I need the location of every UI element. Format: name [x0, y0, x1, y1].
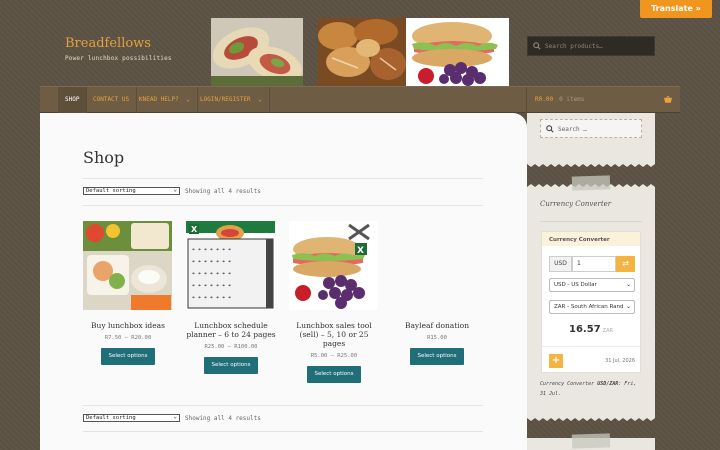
site-branding: Breadfellows Power lunchbox possibilitie…	[65, 36, 172, 62]
site-header: Breadfellows Power lunchbox possibilitie…	[0, 0, 720, 86]
svg-text:☂ ☂ ☂ ☂ ☂ ☂ ☂: ☂ ☂ ☂ ☂ ☂ ☂ ☂	[192, 295, 231, 301]
to-currency-select[interactable]: ZAR - South African Rand ⌄	[549, 300, 635, 314]
torn-edge	[527, 416, 655, 421]
divider	[83, 431, 483, 432]
select-options-button[interactable]: Select options	[100, 348, 156, 365]
from-currency-code: USD	[549, 256, 572, 272]
product-image[interactable]: X	[289, 221, 378, 310]
converter-heading: Currency Converter	[542, 232, 640, 246]
select-options-button[interactable]: Select options	[306, 366, 362, 383]
cart-total: R0.00	[535, 96, 554, 103]
product-price: R5.00 – R25.00	[310, 353, 358, 359]
search-icon	[546, 125, 554, 133]
sorting-select[interactable]: Default sorting ⌄	[83, 187, 180, 195]
site-tagline: Power lunchbox possibilities	[65, 55, 172, 62]
search-icon	[533, 42, 541, 50]
from-currency-select[interactable]: USD - US Dollar ⌄	[549, 278, 635, 292]
svg-text:X: X	[357, 246, 364, 256]
banner-image-wraps	[211, 18, 303, 86]
sidebar-search-input[interactable]: Search …	[540, 119, 642, 138]
divider	[542, 346, 640, 347]
product-card: Bayleaf donation R15.00 Select options	[391, 221, 483, 365]
torn-edge	[527, 162, 655, 167]
product-price: R25.00 – R100.00	[204, 344, 258, 350]
header-cart[interactable]: R0.00 0 items	[526, 87, 680, 113]
svg-text:☂ ☂ ☂ ☂ ☂ ☂ ☂: ☂ ☂ ☂ ☂ ☂ ☂ ☂	[192, 271, 231, 277]
page-title: Shop	[83, 148, 125, 167]
converter-note: Currency Converter USD/ZAR: Fri, 31 Jul.	[540, 381, 637, 397]
banner-image-sandwich	[406, 18, 509, 86]
product-title[interactable]: Lunchbox sales tool (sell) – 5, 10 or 25…	[288, 321, 380, 348]
divider	[83, 405, 483, 406]
amount-input[interactable]: 1	[572, 256, 616, 272]
sorting-select[interactable]: Default sorting ⌄	[83, 414, 180, 422]
select-options-button[interactable]: Select options	[409, 348, 465, 365]
product-card: Buy lunchbox ideas R7.50 – R20.00 Select…	[82, 221, 174, 365]
product-title[interactable]: Buy lunchbox ideas	[82, 321, 174, 330]
product-title[interactable]: Lunchbox schedule planner – 6 to 24 page…	[185, 321, 277, 339]
svg-text:☂ ☂ ☂ ☂ ☂ ☂ ☂: ☂ ☂ ☂ ☂ ☂ ☂ ☂	[192, 259, 231, 265]
product-card: X Lunchbox sales tool (sell) – 5, 10 or …	[288, 221, 380, 383]
chevron-down-icon: ⌄	[186, 96, 190, 103]
chevron-down-icon: ⌄	[625, 281, 631, 288]
primary-navigation: SHOP CONTACT US KNEAD HELP? ⌄ LOGIN/REGI…	[40, 86, 680, 113]
divider	[83, 205, 483, 206]
tape-decoration	[571, 175, 611, 191]
svg-text:X: X	[191, 225, 198, 234]
conversion-result: 16.57 ZAR	[569, 324, 613, 335]
product-price: R15.00	[427, 335, 447, 341]
basket-icon	[664, 96, 672, 103]
svg-text:☂ ☂ ☂ ☂ ☂ ☂ ☂: ☂ ☂ ☂ ☂ ☂ ☂ ☂	[192, 247, 231, 253]
sidebar-search-placeholder: Search …	[558, 126, 587, 133]
main-content: Shop Default sorting ⌄ Showing all 4 resu…	[40, 113, 527, 450]
divider	[540, 221, 642, 222]
nav-item-shop[interactable]: SHOP	[58, 87, 88, 113]
banner-image-bread	[318, 18, 410, 86]
result-count: Showing all 4 results	[185, 415, 261, 422]
header-search-placeholder: Search products…	[545, 43, 603, 50]
cart-item-count: 0 items	[559, 96, 585, 103]
result-count: Showing all 4 results	[185, 188, 261, 195]
site-title[interactable]: Breadfellows	[65, 36, 172, 51]
nav-item-login-register[interactable]: LOGIN/REGISTER ⌄	[193, 87, 270, 113]
nav-item-contact-us[interactable]: CONTACT US	[86, 87, 138, 113]
widget-title: Currency Converter	[540, 200, 612, 208]
select-options-button[interactable]: Select options	[203, 357, 259, 374]
swap-icon[interactable]: ⇄	[616, 256, 635, 272]
product-image[interactable]: X ☂ ☂ ☂ ☂ ☂ ☂ ☂ ☂ ☂ ☂ ☂ ☂ ☂ ☂ ☂ ☂ ☂ ☂ ☂ …	[186, 221, 275, 310]
chevron-down-icon: ⌄	[625, 303, 631, 310]
header-search-input[interactable]: Search products…	[527, 36, 655, 56]
chevron-down-icon: ⌄	[173, 413, 177, 420]
svg-text:☂ ☂ ☂ ☂ ☂ ☂ ☂: ☂ ☂ ☂ ☂ ☂ ☂ ☂	[192, 283, 231, 289]
product-title[interactable]: Bayleaf donation	[391, 321, 483, 330]
converter-footer: + 31 Jul, 2026	[549, 354, 635, 368]
product-image-placeholder	[391, 221, 483, 310]
chevron-down-icon: ⌄	[173, 186, 177, 193]
chevron-down-icon: ⌄	[258, 96, 262, 103]
conversion-date: 31 Jul, 2026	[605, 358, 635, 364]
product-price: R7.50 – R20.00	[104, 335, 152, 341]
add-icon[interactable]: +	[549, 354, 563, 368]
nav-item-knead-help[interactable]: KNEAD HELP? ⌄	[132, 87, 198, 113]
product-card: X ☂ ☂ ☂ ☂ ☂ ☂ ☂ ☂ ☂ ☂ ☂ ☂ ☂ ☂ ☂ ☂ ☂ ☂ ☂ …	[185, 221, 277, 374]
divider	[83, 178, 483, 179]
tape-decoration	[571, 433, 611, 449]
currency-converter: Currency Converter USD 1 ⇄ USD - US Doll…	[541, 231, 641, 373]
product-image[interactable]	[83, 221, 172, 310]
